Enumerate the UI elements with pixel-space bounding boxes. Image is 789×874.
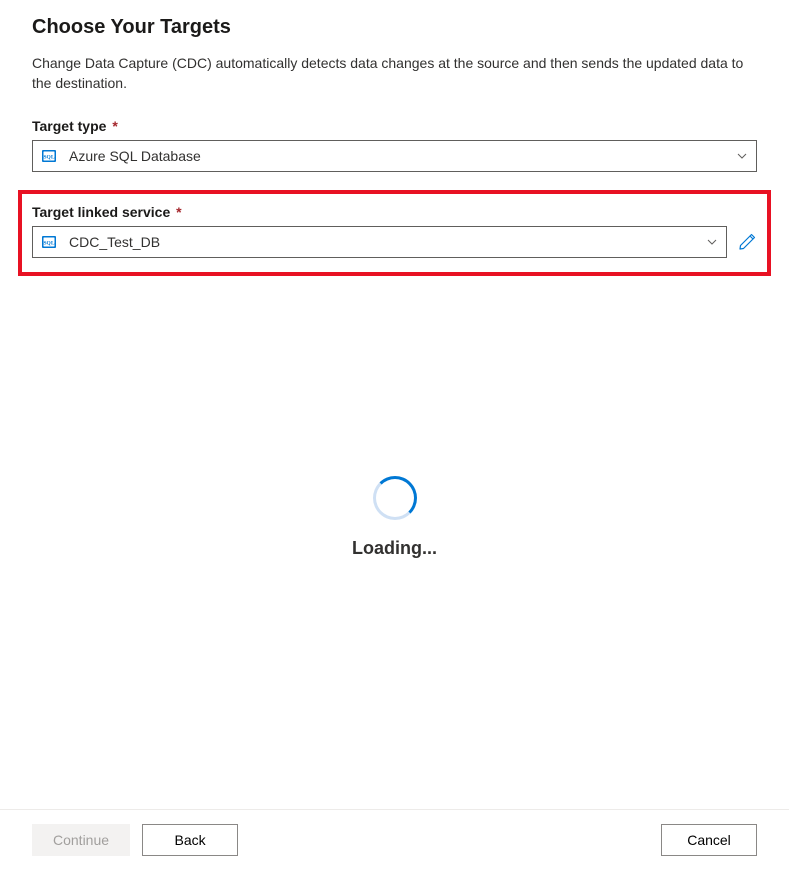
- target-type-field: Target type * SQL Azure SQL Database: [32, 118, 757, 172]
- back-button[interactable]: Back: [142, 824, 238, 856]
- target-linked-service-label-text: Target linked service: [32, 204, 170, 220]
- loading-spinner-icon: [373, 476, 417, 520]
- svg-text:SQL: SQL: [43, 154, 54, 160]
- required-marker: *: [176, 204, 181, 220]
- sql-database-icon: SQL: [41, 148, 57, 164]
- required-marker: *: [112, 118, 117, 134]
- edit-icon[interactable]: [737, 232, 757, 252]
- page-title: Choose Your Targets: [32, 16, 757, 39]
- page-description: Change Data Capture (CDC) automatically …: [32, 53, 757, 94]
- chevron-down-icon: [706, 236, 718, 248]
- target-type-value: Azure SQL Database: [69, 148, 736, 164]
- highlight-annotation: Target linked service * SQL CDC_Test_DB: [18, 190, 771, 276]
- sql-database-icon: SQL: [41, 234, 57, 250]
- target-linked-service-label: Target linked service *: [32, 204, 757, 220]
- target-type-label-text: Target type: [32, 118, 106, 134]
- footer-bar: Continue Back Cancel: [0, 809, 789, 874]
- chevron-down-icon: [736, 150, 748, 162]
- loading-container: Loading...: [32, 476, 757, 559]
- target-type-label: Target type *: [32, 118, 757, 134]
- continue-button: Continue: [32, 824, 130, 856]
- svg-text:SQL: SQL: [43, 240, 54, 246]
- target-type-select[interactable]: SQL Azure SQL Database: [32, 140, 757, 172]
- loading-text: Loading...: [352, 538, 437, 559]
- target-linked-service-field: Target linked service * SQL CDC_Test_DB: [32, 204, 757, 258]
- cancel-button[interactable]: Cancel: [661, 824, 757, 856]
- target-linked-service-value: CDC_Test_DB: [69, 234, 706, 250]
- target-linked-service-select[interactable]: SQL CDC_Test_DB: [32, 226, 727, 258]
